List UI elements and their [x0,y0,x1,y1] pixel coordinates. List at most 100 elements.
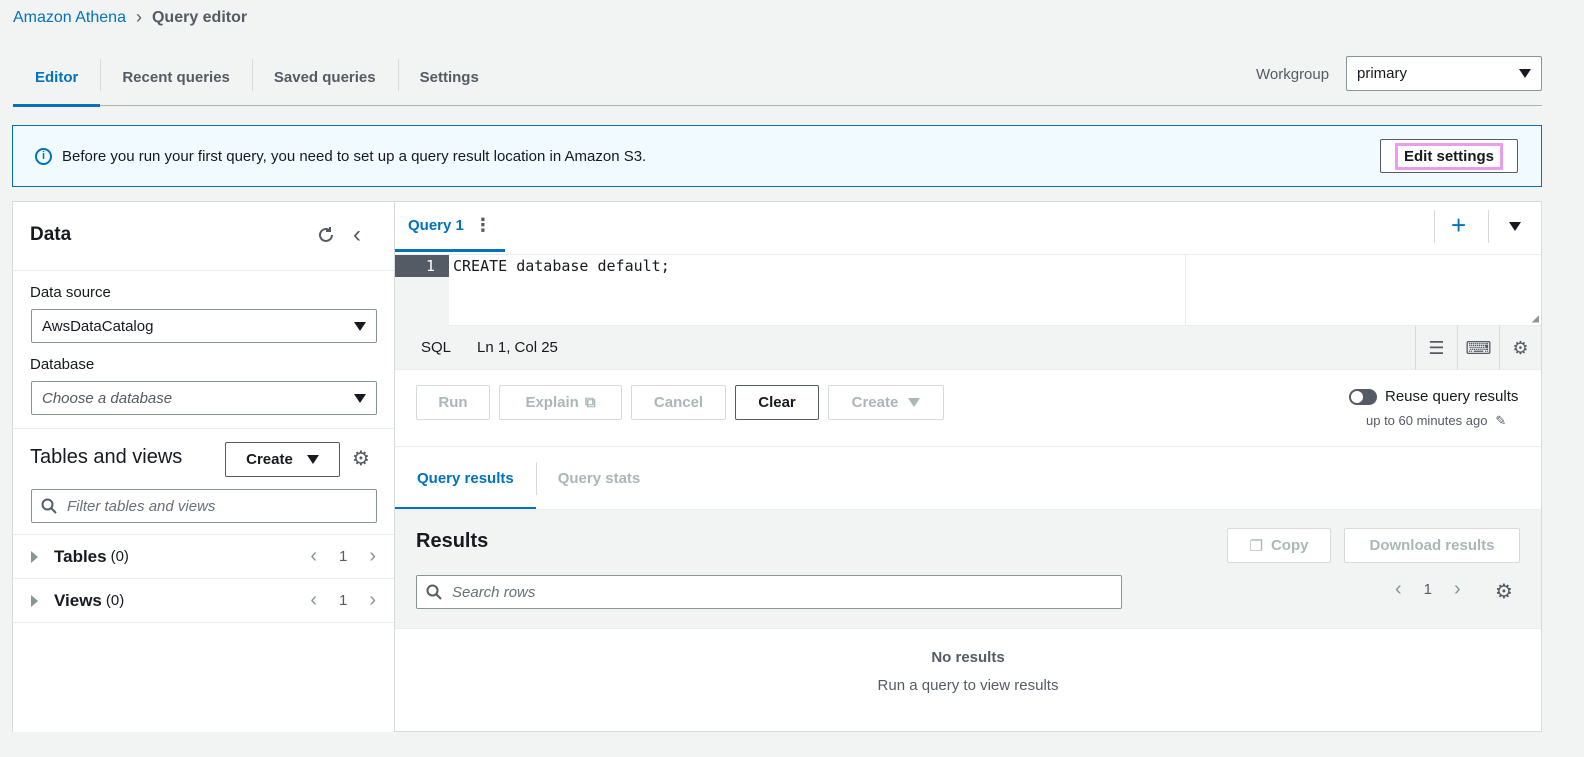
tabs-menu-caret-icon[interactable] [1509,222,1521,231]
expand-caret-icon[interactable] [31,594,38,607]
tab-editor[interactable]: Editor [13,50,101,107]
tables-count: (0) [110,548,129,565]
data-panel: Data ‹ Data source AwsDataCatalog Databa… [12,201,395,732]
breadcrumb: Amazon Athena › Query editor [13,7,247,28]
tables-views-title: Tables and views [30,446,183,468]
copy-icon: ❐ [1249,537,1263,555]
tables-tree-row[interactable]: Tables (0) ‹ 1 › [13,534,394,578]
breadcrumb-athena-link[interactable]: Amazon Athena [13,9,126,27]
explain-button[interactable]: Explain ⧉ [499,385,622,420]
external-link-icon: ⧉ [584,394,596,411]
tab-query-results[interactable]: Query results [395,447,536,510]
settings-gear-icon[interactable]: ⚙ [352,449,370,469]
tab-settings[interactable]: Settings [397,50,501,106]
results-settings-gear-icon[interactable]: ⚙ [1495,582,1513,602]
banner-message: Before you run your first query, you nee… [62,147,647,165]
views-label: Views [54,590,102,610]
tab-recent-queries[interactable]: Recent queries [100,50,252,106]
workgroup-select[interactable]: primary [1346,56,1542,91]
results-tabs: Query results Query stats [395,446,1541,510]
views-count: (0) [105,592,125,609]
tables-label: Tables [54,546,107,566]
data-panel-title: Data [30,224,72,245]
tab-query-stats[interactable]: Query stats [535,447,663,510]
next-page-icon[interactable]: › [369,589,376,612]
format-query-icon[interactable]: ☰ [1415,326,1457,370]
keyboard-shortcuts-icon[interactable]: ⌨ [1457,326,1499,370]
refresh-icon[interactable] [315,224,337,246]
add-query-tab-icon[interactable]: + [1451,210,1466,240]
resize-handle-icon[interactable]: ◢ [1532,311,1539,325]
reuse-results-toggle[interactable] [1349,388,1377,405]
workgroup-value: primary [1357,65,1408,82]
cursor-position: Ln 1, Col 25 [477,339,558,356]
reuse-results-toggle-row: Reuse query results [1349,388,1518,405]
empty-state: No results Run a query to view results [395,649,1541,694]
results-pager: ‹ 1 › [1395,578,1461,601]
edit-pencil-icon[interactable]: ✎ [1495,413,1506,429]
caret-down-icon [1519,69,1531,78]
tables-page: 1 [338,548,348,565]
query-tab[interactable]: Query 1 ⋮ [395,202,505,252]
code-line[interactable]: CREATE database default; [453,255,670,277]
create-query-button[interactable]: Create [828,385,944,420]
download-results-button[interactable]: Download results [1344,528,1520,563]
copy-label: Copy [1270,537,1309,554]
explain-label: Explain [525,394,579,411]
create-query-label: Create [851,394,899,411]
data-source-select[interactable]: AwsDataCatalog [31,309,377,343]
query-panel: Query 1 ⋮ + 1 CREATE database default; ◢… [395,201,1542,732]
create-label: Create [246,451,293,468]
line-number: 1 [395,255,449,277]
more-options-icon[interactable]: ⋮ [474,215,492,236]
query-toolbar: Run Explain ⧉ Cancel Clear Create [416,385,944,420]
editor-status-bar: SQL Ln 1, Col 25 [395,326,1541,370]
search-rows-input[interactable]: Search rows [416,575,1122,609]
filter-tables-input[interactable]: Filter tables and views [31,489,377,523]
caret-down-icon [354,321,366,331]
edit-settings-label: Edit settings [1394,142,1503,170]
data-source-value: AwsDataCatalog [42,317,154,335]
edit-settings-button[interactable]: Edit settings [1380,139,1518,173]
tables-pager: ‹ 1 › [310,545,376,568]
next-page-icon[interactable]: › [369,545,376,568]
views-tree-row[interactable]: Views (0) ‹ 1 › [13,578,394,622]
database-select[interactable]: Choose a database [31,381,377,415]
caret-down-icon [306,455,319,464]
run-button[interactable]: Run [416,385,490,420]
create-table-button[interactable]: Create [225,442,340,477]
prev-page-icon[interactable]: ‹ [310,589,317,612]
language-label: SQL [421,339,452,356]
database-label: Database [30,356,95,373]
views-pager: ‹ 1 › [310,589,376,612]
empty-title: No results [931,649,1005,666]
prev-page-icon[interactable]: ‹ [310,545,317,568]
next-page-icon[interactable]: › [1454,578,1461,601]
results-title: Results [416,530,489,552]
prev-page-icon[interactable]: ‹ [1395,578,1402,601]
filter-placeholder: Filter tables and views [67,497,216,515]
reuse-results-label: Reuse query results [1385,388,1519,405]
clear-button[interactable]: Clear [735,385,819,420]
chevron-right-icon: › [135,7,142,27]
reuse-sub-row: up to 60 minutes ago ✎ [1366,413,1506,429]
search-icon [41,498,57,514]
copy-button[interactable]: ❐ Copy [1227,528,1331,563]
search-rows-placeholder: Search rows [452,583,536,601]
reuse-sub-label: up to 60 minutes ago [1366,413,1488,428]
sql-editor[interactable]: 1 CREATE database default; ◢ [395,254,1541,327]
info-banner: i Before you run your first query, you n… [12,125,1542,187]
collapse-panel-icon[interactable]: ‹ [353,223,361,247]
expand-caret-icon[interactable] [31,550,38,563]
tab-saved-queries[interactable]: Saved queries [251,50,398,106]
workgroup-label: Workgroup [1256,66,1330,83]
editor-settings-gear-icon[interactable]: ⚙ [1499,326,1541,370]
views-page: 1 [338,592,348,609]
caret-down-icon [354,393,366,403]
caret-down-icon [908,398,921,407]
cancel-button[interactable]: Cancel [631,385,726,420]
breadcrumb-current: Query editor [151,8,248,26]
search-icon [426,584,442,600]
results-header: Results ❐ Copy Download results Search r… [395,509,1541,629]
query-tab-label: Query 1 [408,217,464,234]
